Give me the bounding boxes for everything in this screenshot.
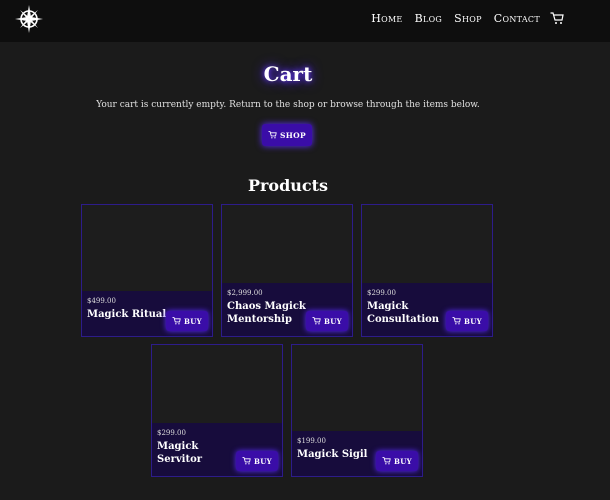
compass-logo-icon[interactable] [14, 4, 44, 34]
empty-cart-message: Your cart is currently empty. Return to … [96, 100, 480, 110]
nav-contact-link[interactable]: Contact [494, 12, 540, 25]
buy-button-label: BUY [184, 316, 202, 326]
buy-button-label: BUY [464, 316, 482, 326]
product-image[interactable] [152, 345, 282, 425]
product-price: $2,999.00 [227, 289, 263, 297]
cart-icon [242, 457, 251, 465]
product-name[interactable]: Chaos Magick Mentorship [227, 301, 307, 326]
cart-icon [312, 317, 321, 325]
buy-button-label: BUY [254, 456, 272, 466]
cart-icon[interactable] [550, 12, 564, 25]
product-name[interactable]: Magick Consultation [367, 301, 447, 326]
product-info: $199.00 Magick Sigil BUY [292, 431, 422, 476]
product-card[interactable]: $199.00 Magick Sigil BUY [291, 344, 423, 477]
buy-button[interactable]: BUY [236, 451, 278, 471]
product-price: $299.00 [367, 289, 396, 297]
product-card[interactable]: $299.00 Magick Consultation BUY [361, 204, 493, 337]
product-price: $199.00 [297, 437, 326, 445]
product-info: $2,999.00 Chaos Magick Mentorship BUY [222, 283, 352, 336]
product-image[interactable] [292, 345, 422, 433]
shop-button[interactable]: SHOP [262, 124, 312, 146]
cart-icon [452, 317, 461, 325]
product-info: $299.00 Magick Servitor BUY [152, 423, 282, 476]
buy-button[interactable]: BUY [446, 311, 488, 331]
shop-button-label: SHOP [280, 130, 306, 140]
cart-title: Cart [263, 62, 313, 86]
product-image[interactable] [82, 205, 212, 293]
nav-shop-link[interactable]: Shop [454, 12, 482, 25]
buy-button[interactable]: BUY [166, 311, 208, 331]
buy-button[interactable]: BUY [376, 451, 418, 471]
product-price: $299.00 [157, 429, 186, 437]
buy-button[interactable]: BUY [306, 311, 348, 331]
buy-button-label: BUY [324, 316, 342, 326]
products-title: Products [247, 176, 329, 195]
product-name[interactable]: Magick Servitor [157, 441, 237, 466]
product-card[interactable]: $299.00 Magick Servitor BUY [151, 344, 283, 477]
product-card[interactable]: $2,999.00 Chaos Magick Mentorship BUY [221, 204, 353, 337]
product-name[interactable]: Magick Ritual [87, 309, 167, 322]
main-nav: Home Blog Shop Contact [371, 12, 562, 25]
product-image[interactable] [362, 205, 492, 285]
top-navbar: Home Blog Shop Contact [0, 0, 610, 42]
cart-icon [172, 317, 181, 325]
cart-icon [382, 457, 391, 465]
nav-home-link[interactable]: Home [371, 12, 402, 25]
product-image[interactable] [222, 205, 352, 285]
product-info: $499.00 Magick Ritual BUY [82, 291, 212, 336]
nav-blog-link[interactable]: Blog [415, 12, 443, 25]
product-price: $499.00 [87, 297, 116, 305]
product-name[interactable]: Magick Sigil [297, 449, 377, 462]
product-info: $299.00 Magick Consultation BUY [362, 283, 492, 336]
product-card[interactable]: $499.00 Magick Ritual BUY [81, 204, 213, 337]
buy-button-label: BUY [394, 456, 412, 466]
cart-icon [268, 131, 277, 139]
